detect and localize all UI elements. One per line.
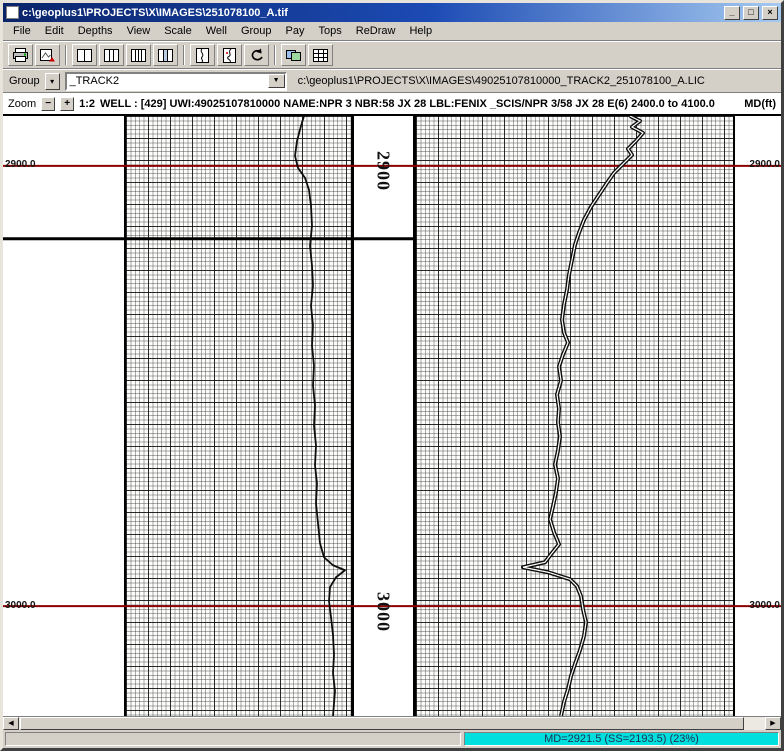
scrollbar-thumb[interactable] (20, 717, 744, 730)
menu-pay[interactable]: Pay (279, 23, 312, 39)
undo-button[interactable] (244, 44, 269, 66)
depth-unit-label: MD(ft) (744, 97, 776, 110)
menu-file[interactable]: File (6, 23, 38, 39)
grid-icon (313, 48, 328, 62)
well-info: WELL : [429] UWI:49025107810000 NAME:NPR… (100, 97, 715, 110)
open-image-button[interactable] (35, 44, 60, 66)
curve-edit-button[interactable] (217, 44, 242, 66)
open-image-icon (40, 48, 55, 61)
marker-label-3000-right: 3000.0 (749, 600, 780, 611)
layout-three-track-button[interactable] (126, 44, 151, 66)
toolbar (3, 41, 781, 69)
layout-depth-track-button[interactable] (153, 44, 178, 66)
window-icon (6, 6, 19, 19)
group-cycle-button[interactable]: ▾ (44, 72, 60, 90)
status-md-readout: MD=2921.5 (SS=2193.5) (23%) (544, 733, 699, 745)
group-label: Group (9, 75, 40, 87)
track-combo[interactable]: _TRACK2 ▼ (64, 71, 287, 91)
depth-number-3000: 3000 (374, 592, 394, 632)
marker-label-3000-left: 3000.0 (5, 600, 36, 611)
status-bar: MD=2921.5 (SS=2193.5) (23%) (3, 730, 781, 748)
menu-redraw[interactable]: ReDraw (349, 23, 403, 39)
single-track-icon (77, 48, 92, 62)
status-message-panel (5, 732, 461, 746)
curve-edit-icon (223, 47, 236, 63)
zoom-label: Zoom (8, 97, 37, 110)
zoom-ratio: 1:2 (79, 97, 96, 110)
menu-scale[interactable]: Scale (157, 23, 199, 39)
layout-single-track-button[interactable] (72, 44, 97, 66)
toolbar-separator (65, 45, 67, 65)
minimize-button[interactable]: _ (724, 5, 740, 20)
app-window: c:\geoplus1\PROJECTS\X\IMAGES\251078100_… (0, 0, 784, 751)
menu-depths[interactable]: Depths (71, 23, 120, 39)
scroll-right-button[interactable]: ▶ (765, 717, 781, 730)
curve-icon (196, 47, 209, 63)
menu-tops[interactable]: Tops (312, 23, 349, 39)
print-button[interactable] (8, 44, 33, 66)
log-viewport[interactable]: 2900 3000 2900.0 2900.0 3000.0 3000.0 (3, 114, 781, 716)
marker-label-2900-left: 2900.0 (5, 159, 36, 170)
zoom-row: Zoom − + 1:2 WELL : [429] UWI:4902510781… (3, 93, 781, 114)
scrollbar-track[interactable] (19, 717, 765, 730)
maximize-button[interactable]: □ (743, 5, 759, 20)
horizontal-scrollbar[interactable]: ◀ ▶ (3, 716, 781, 730)
grid-view-button[interactable] (308, 44, 333, 66)
lic-file-path: c:\geoplus1\PROJECTS\X\IMAGES\4902510781… (297, 75, 705, 87)
menu-view[interactable]: View (120, 23, 158, 39)
curve-display-button[interactable] (190, 44, 215, 66)
status-progress: MD=2921.5 (SS=2193.5) (23%) (464, 732, 779, 746)
menu-bar: File Edit Depths View Scale Well Group P… (3, 22, 781, 41)
image-pair-icon (286, 49, 301, 61)
layout-two-track-button[interactable] (99, 44, 124, 66)
three-track-icon (131, 48, 146, 62)
depth-track-icon (158, 48, 173, 62)
title-bar[interactable]: c:\geoplus1\PROJECTS\X\IMAGES\251078100_… (3, 3, 781, 22)
toolbar-separator (274, 45, 276, 65)
menu-edit[interactable]: Edit (38, 23, 71, 39)
scroll-left-button[interactable]: ◀ (3, 717, 19, 730)
zoom-out-button[interactable]: − (41, 96, 56, 111)
menu-well[interactable]: Well (199, 23, 234, 39)
chevron-down-icon[interactable]: ▼ (267, 74, 285, 88)
menu-help[interactable]: Help (402, 23, 439, 39)
zoom-in-button[interactable]: + (60, 96, 75, 111)
toolbar-separator (183, 45, 185, 65)
two-track-icon (104, 48, 119, 62)
track-combo-value: _TRACK2 (69, 75, 120, 87)
print-icon (13, 47, 28, 62)
close-button[interactable]: × (762, 5, 778, 20)
undo-icon (251, 48, 263, 60)
depth-number-2900: 2900 (374, 151, 394, 191)
window-title: c:\geoplus1\PROJECTS\X\IMAGES\251078100_… (22, 6, 288, 19)
marker-label-2900-right: 2900.0 (749, 159, 780, 170)
image-pair-button[interactable] (281, 44, 306, 66)
menu-group[interactable]: Group (234, 23, 279, 39)
group-row: Group ▾ _TRACK2 ▼ c:\geoplus1\PROJECTS\X… (3, 69, 781, 93)
